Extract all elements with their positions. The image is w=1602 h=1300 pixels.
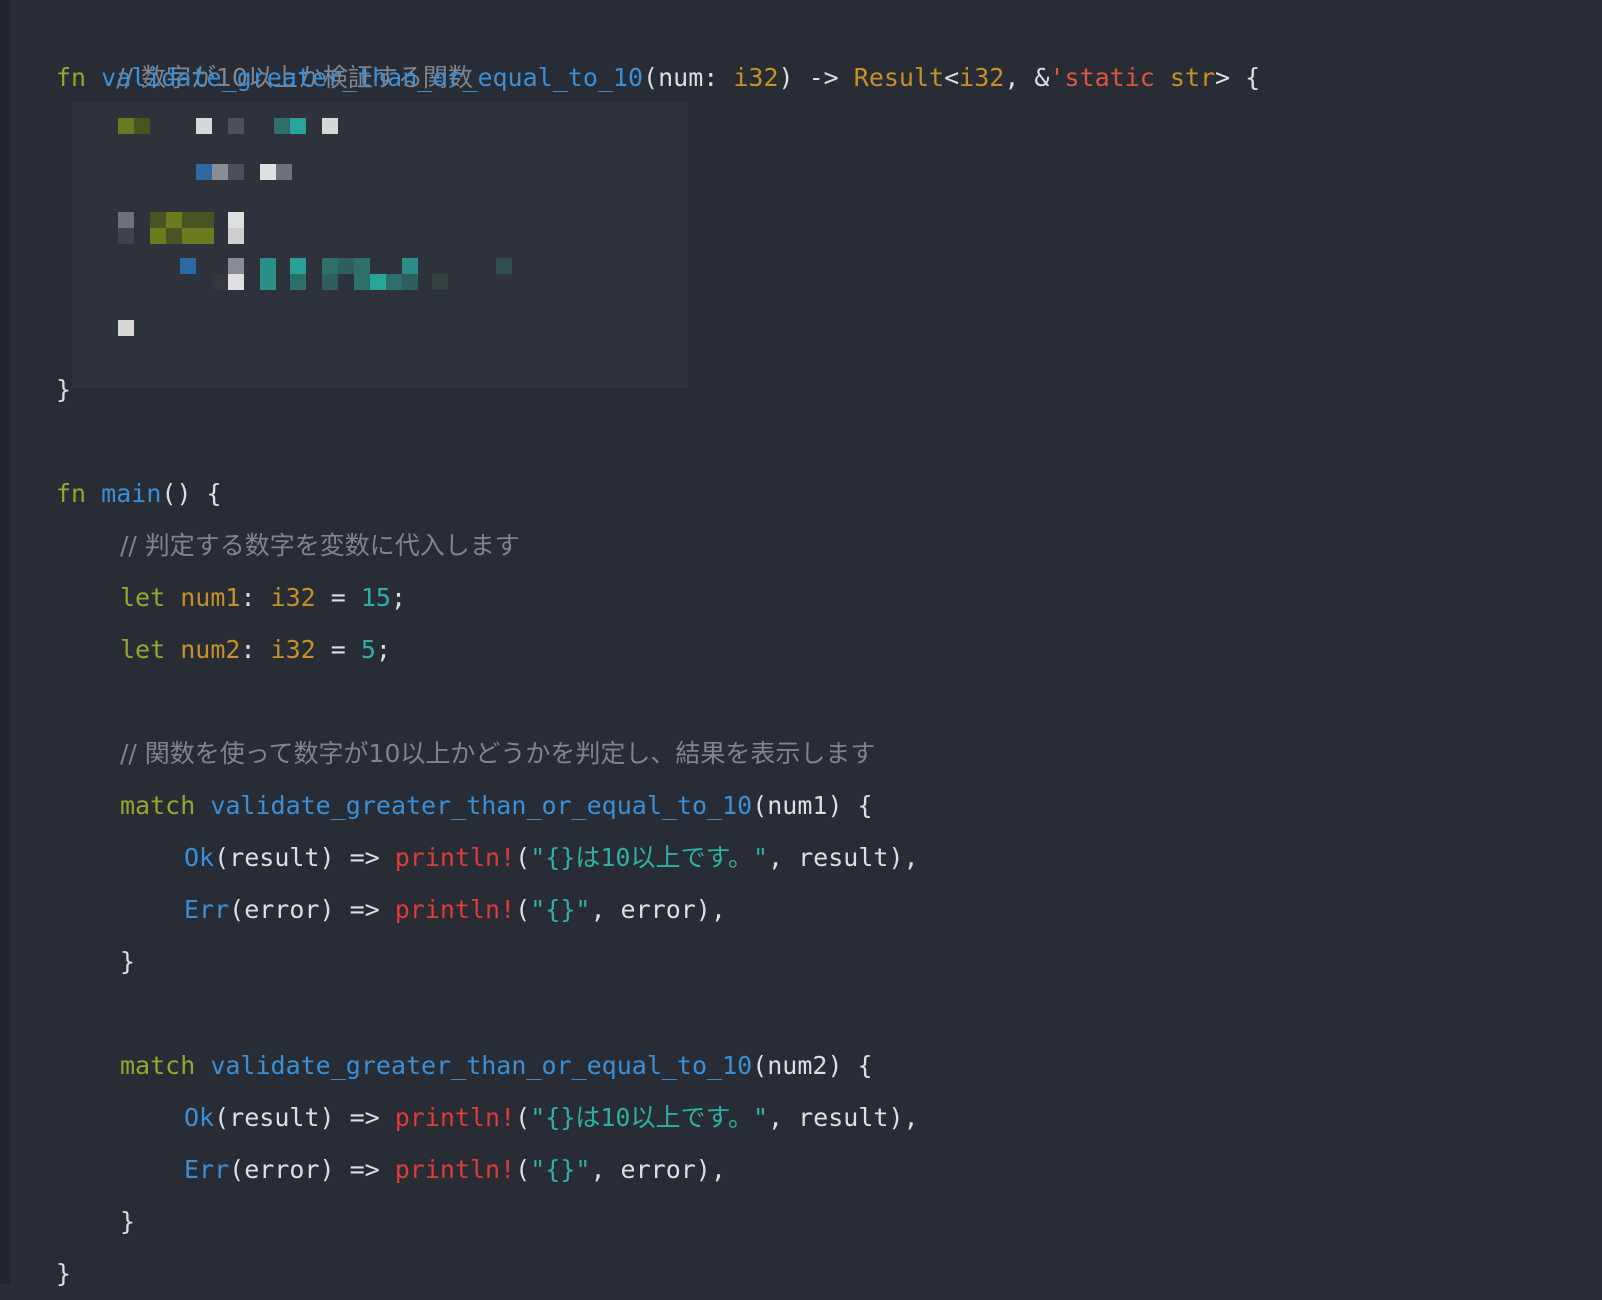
type-name: Result [853, 63, 945, 92]
string-literal: "{}" [530, 1155, 591, 1184]
punctuation: = [315, 635, 361, 664]
enum-variant: Err [184, 1155, 230, 1184]
punctuation: ( [515, 1103, 531, 1132]
macro-call: println! [394, 1103, 516, 1132]
punctuation: ( [515, 843, 531, 872]
punctuation: ; [375, 635, 391, 664]
function-name: validate_greater_than_or_equal_to_10 [101, 63, 644, 92]
editor-gutter [0, 0, 10, 1284]
code-line: Err(error) => println!("{}", error), [56, 1144, 1602, 1196]
variable-name: num2 [180, 635, 241, 664]
code-line: } [56, 936, 1602, 988]
lifetime: 'static [1049, 63, 1155, 92]
param-name: num [658, 63, 704, 92]
number-literal: 15 [360, 583, 391, 612]
punctuation: : [240, 635, 271, 664]
keyword-let: let [120, 635, 166, 664]
variable-name: num1 [180, 583, 241, 612]
string-literal: "{}は10以上です。" [530, 1103, 769, 1132]
code-line: Ok(result) => println!("{}は10以上です。", res… [56, 832, 1602, 884]
punctuation: ) -> [778, 63, 854, 92]
punctuation: (error) => [229, 1155, 395, 1184]
enum-variant: Ok [184, 1103, 215, 1132]
punctuation: , error), [590, 895, 726, 924]
code-line: } [56, 1248, 1602, 1300]
number-literal: 5 [360, 635, 376, 664]
code-line: let num2: i32 = 5; [56, 624, 1602, 676]
code-line: // 関数を使って数字が10以上かどうかを判定し、結果を表示します [56, 728, 1602, 780]
punctuation: ; [390, 583, 407, 612]
function-call: validate_greater_than_or_equal_to_10 [210, 791, 753, 820]
punctuation: (error) => [229, 895, 395, 924]
punctuation: , & [1004, 63, 1050, 92]
punctuation: () { [161, 479, 222, 508]
punctuation: (num1) { [752, 791, 873, 820]
function-call: validate_greater_than_or_equal_to_10 [210, 1051, 753, 1080]
code-line: // 判定する数字を変数に代入します [56, 520, 1602, 572]
string-literal: "{}は10以上です。" [530, 843, 769, 872]
code-line: Ok(result) => println!("{}は10以上です。", res… [56, 1092, 1602, 1144]
punctuation: (result) => [214, 1103, 395, 1132]
code-line: fn main() { [56, 468, 1602, 520]
code-line: Err(error) => println!("{}", error), [56, 884, 1602, 936]
type-name: i32 [959, 63, 1005, 92]
code-line: let num1: i32 = 15; [56, 572, 1602, 624]
punctuation: ( [515, 895, 531, 924]
code-line: } [56, 1196, 1602, 1248]
punctuation: (result) => [214, 843, 395, 872]
type-name: str [1169, 63, 1216, 92]
code-line: match validate_greater_than_or_equal_to_… [56, 780, 1602, 832]
enum-variant: Err [184, 895, 230, 924]
punctuation: = [315, 583, 361, 612]
punctuation: ( [515, 1155, 531, 1184]
closing-brace: } [120, 947, 136, 976]
code-line: match validate_greater_than_or_equal_to_… [56, 1040, 1602, 1092]
code-line: fn validate_greater_than_or_equal_to_10(… [56, 52, 1602, 104]
macro-call: println! [394, 843, 516, 872]
punctuation: (num2) { [752, 1051, 873, 1080]
string-literal: "{}" [530, 895, 591, 924]
keyword-match: match [120, 1051, 196, 1080]
macro-call: println! [394, 895, 516, 924]
code-comment: // 関数を使って数字が10以上かどうかを判定し、結果を表示します [120, 739, 876, 768]
enum-variant: Ok [184, 843, 215, 872]
type-name: i32 [733, 63, 779, 92]
keyword-let: let [120, 583, 166, 612]
punctuation: : [703, 63, 734, 92]
function-name: main [101, 479, 162, 508]
type-name: i32 [270, 583, 316, 612]
macro-call: println! [394, 1155, 516, 1184]
punctuation: < [944, 63, 960, 92]
punctuation: : [240, 583, 271, 612]
punctuation: , error), [590, 1155, 726, 1184]
keyword-fn: fn [56, 63, 87, 92]
code-editor[interactable]: // 数字が10以上か検証する関数 fn validate_greater_th… [56, 0, 1602, 1288]
keyword-fn: fn [56, 479, 87, 508]
punctuation: , result), [768, 1103, 919, 1132]
punctuation: ( [643, 63, 659, 92]
code-line: // 数字が10以上か検証する関数 [56, 0, 1602, 92]
closing-brace: } [56, 375, 72, 404]
punctuation: > { [1215, 63, 1261, 92]
closing-brace: } [120, 1207, 136, 1236]
keyword-match: match [120, 791, 196, 820]
code-line: } [56, 364, 1602, 416]
punctuation: , result), [768, 843, 919, 872]
code-comment: // 判定する数字を変数に代入します [120, 531, 520, 560]
type-name: i32 [270, 635, 316, 664]
